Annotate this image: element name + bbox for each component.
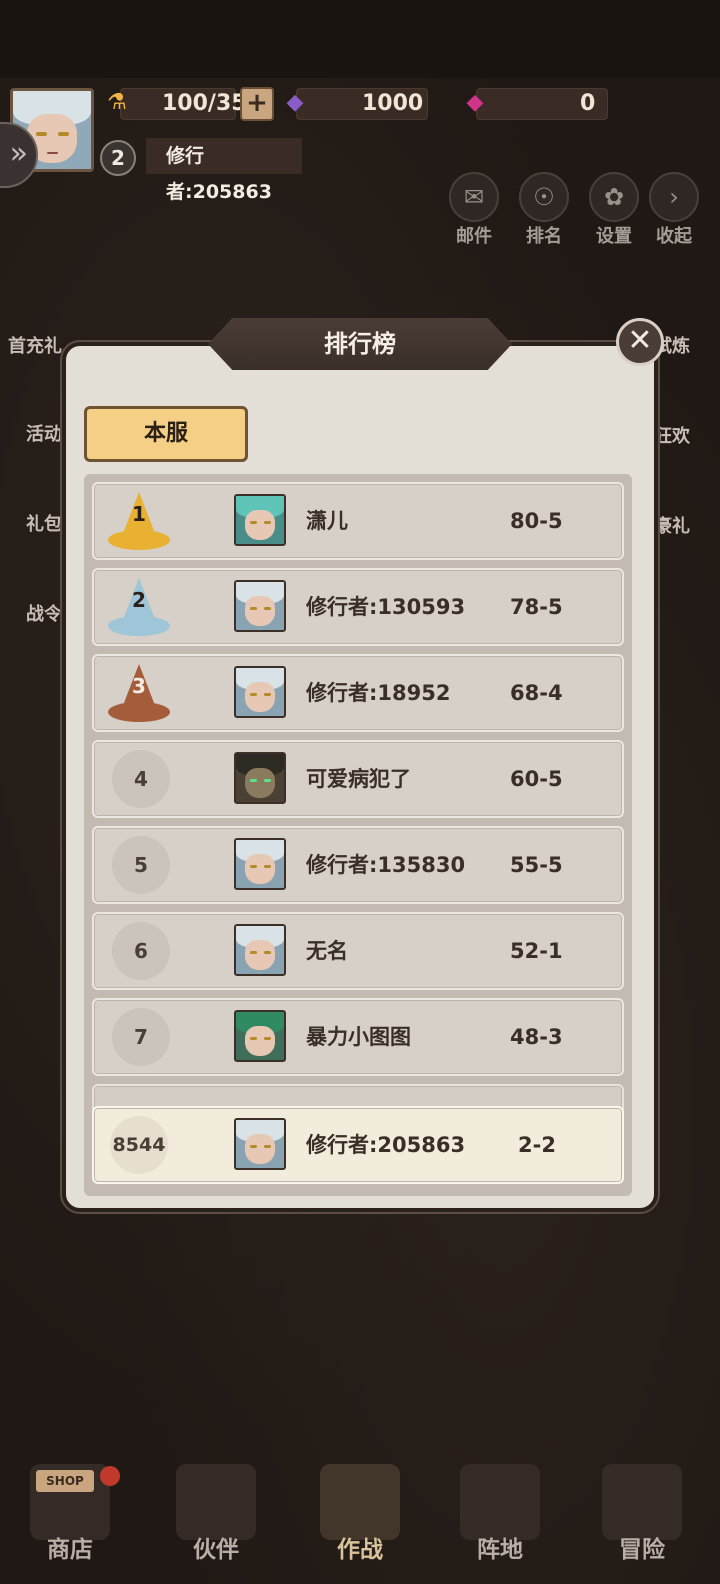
- player-name: 修行者:130593: [306, 595, 466, 619]
- gems-value: 1000: [362, 91, 424, 116]
- spellbook-icon: [320, 1464, 400, 1540]
- building-icon: [460, 1464, 540, 1540]
- leaderboard-row[interactable]: 5 修行者:135830 55-5: [92, 826, 624, 904]
- mail-icon: ✉: [449, 172, 499, 222]
- bottom-nav: SHOP 商店 伙伴 作战 阵地 冒险: [0, 1430, 720, 1584]
- player-name: 潇儿: [306, 509, 348, 533]
- player-score: 60-5: [510, 767, 563, 791]
- player-score: 78-5: [510, 595, 563, 619]
- ticket-icon: ◆: [466, 90, 484, 115]
- avatar: [234, 924, 286, 976]
- nav-partner[interactable]: 伙伴: [146, 1430, 286, 1584]
- avatar: [234, 494, 286, 546]
- player-score: 52-1: [510, 939, 563, 963]
- player-score: 68-4: [510, 681, 563, 705]
- ranking-button[interactable]: ☉ 排名: [514, 172, 574, 248]
- player-name: 修行者:205863: [146, 138, 302, 203]
- top-band: [0, 0, 720, 78]
- leaderboard-row[interactable]: 3 修行者:18952 68-4: [92, 654, 624, 732]
- collapse-button[interactable]: › 收起: [644, 172, 704, 248]
- player-name: 修行者:18952: [306, 681, 451, 705]
- player-name: 暴力小图图: [306, 1025, 411, 1049]
- gold-hat-icon: 1: [108, 492, 170, 552]
- potion-icon: ⚗: [107, 90, 127, 115]
- tickets-value: 0: [580, 91, 596, 116]
- modal-title: 排行榜: [208, 318, 512, 370]
- player-score: 80-5: [510, 509, 563, 533]
- nav-battle[interactable]: 作战: [290, 1430, 430, 1584]
- leaderboard-row[interactable]: 7 暴力小图图 48-3: [92, 998, 624, 1076]
- side-item-luxury-gift[interactable]: 豪礼: [654, 512, 690, 538]
- player-name: 可爱病犯了: [306, 767, 411, 791]
- avatar: [234, 838, 286, 890]
- avatar: [234, 666, 286, 718]
- player-name: 修行者:205863: [306, 1133, 466, 1157]
- notification-dot: [100, 1466, 120, 1486]
- avatar: [234, 1010, 286, 1062]
- player-score: 2-2: [518, 1133, 556, 1157]
- avatar: [234, 1118, 286, 1170]
- rank-number: 7: [112, 1008, 170, 1066]
- settings-button[interactable]: ✿ 设置: [584, 172, 644, 248]
- gem-icon: ◆: [286, 90, 304, 115]
- leaderboard-row[interactable]: 2 修行者:130593 78-5: [92, 568, 624, 646]
- nav-base[interactable]: 阵地: [430, 1430, 570, 1584]
- leaderboard-row[interactable]: 4 可爱病犯了 60-5: [92, 740, 624, 818]
- leaderboard-row[interactable]: 6 无名 52-1: [92, 912, 624, 990]
- leaderboard-list[interactable]: 1 潇儿 80-5 2 修行者:130593 78-5 3 修行者:18952 …: [84, 474, 632, 1196]
- player-name: 无名: [306, 939, 348, 963]
- nav-adventure[interactable]: 冒险: [572, 1430, 712, 1584]
- rank-number: 6: [112, 922, 170, 980]
- lock-icon: [602, 1464, 682, 1540]
- side-item-gift[interactable]: 礼包: [26, 510, 62, 536]
- self-rank-row: 8544 修行者:205863 2-2: [92, 1106, 624, 1184]
- wizard-hat-icon: [176, 1464, 256, 1540]
- player-score: 55-5: [510, 853, 563, 877]
- side-item-events[interactable]: 活动: [26, 420, 62, 446]
- chevron-right-icon: ›: [649, 172, 699, 222]
- side-item-carnival[interactable]: 狂欢: [654, 422, 690, 448]
- player-name: 修行者:135830: [306, 853, 466, 877]
- silver-hat-icon: 2: [108, 578, 170, 638]
- close-icon[interactable]: ✕: [616, 318, 664, 366]
- rank-number: 5: [112, 836, 170, 894]
- shop-sign: SHOP: [36, 1470, 94, 1492]
- tab-server[interactable]: 本服: [84, 406, 248, 462]
- player-score: 48-3: [510, 1025, 563, 1049]
- level-badge: 2: [100, 140, 136, 176]
- avatar: [234, 580, 286, 632]
- mail-button[interactable]: ✉ 邮件: [444, 172, 504, 248]
- rank-number: 4: [112, 750, 170, 808]
- stamina-value: 100/35: [162, 91, 247, 116]
- nav-shop[interactable]: SHOP 商店: [0, 1430, 140, 1584]
- side-item-first-recharge[interactable]: 首充礼: [8, 332, 62, 358]
- avatar: [234, 752, 286, 804]
- add-stamina-button[interactable]: +: [240, 87, 274, 121]
- rank-number: 8544: [110, 1116, 168, 1174]
- medal-icon: ☉: [519, 172, 569, 222]
- leaderboard-row[interactable]: 1 潇儿 80-5: [92, 482, 624, 560]
- side-item-battlepass[interactable]: 战令: [26, 600, 62, 626]
- gear-icon: ✿: [589, 172, 639, 222]
- bronze-hat-icon: 3: [108, 664, 170, 724]
